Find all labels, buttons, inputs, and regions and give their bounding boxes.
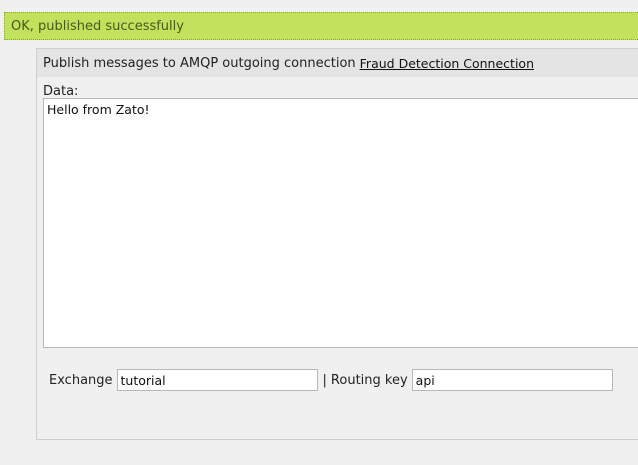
- routing-key-label: Routing key: [330, 372, 408, 388]
- data-textarea[interactable]: Hello from Zato!: [43, 98, 638, 348]
- panel-title: Publish messages to AMQP outgoing connec…: [43, 55, 356, 71]
- exchange-input[interactable]: [116, 369, 318, 391]
- success-message: OK, published successfully: [11, 18, 184, 34]
- exchange-routing-row: Exchange | Routing key: [49, 369, 613, 391]
- panel-header: Publish messages to AMQP outgoing connec…: [37, 49, 638, 77]
- connection-link[interactable]: Fraud Detection Connection: [360, 56, 534, 71]
- exchange-label: Exchange: [49, 372, 113, 388]
- field-separator: |: [322, 372, 327, 388]
- routing-key-input[interactable]: [411, 369, 613, 391]
- success-notice: OK, published successfully: [4, 12, 638, 40]
- publish-panel: Publish messages to AMQP outgoing connec…: [36, 48, 638, 440]
- data-label: Data:: [43, 84, 79, 99]
